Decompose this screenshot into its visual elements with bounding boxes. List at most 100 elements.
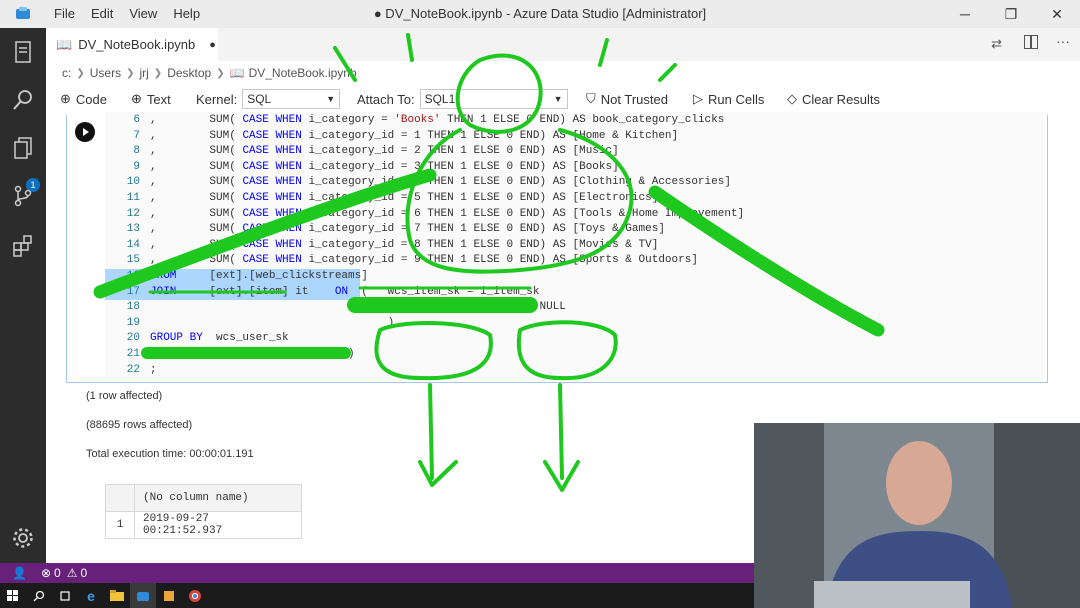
code-line[interactable]: 18 AND wcs_user_sk IS NOT NULL [105,300,566,316]
column-header[interactable]: (No column name) [134,484,302,512]
code-token: CASE WHEN [242,145,302,158]
code-line[interactable]: 6, SUM( CASE WHEN i_category = 'Books' T… [105,113,724,129]
minimize-icon[interactable]: ─ [942,0,988,28]
attach-to-select[interactable]: SQL1 ▼ [419,89,568,109]
code-token: i_category_id = 6 THEN 1 ELSE 0 END) AS … [301,207,745,220]
code-token: wcs_user_sk [202,332,289,345]
output-row-affected: (1 row affected) [86,390,163,402]
code-line[interactable]: 12, SUM( CASE WHEN i_category_id = 6 THE… [105,207,744,223]
unsaved-dot-icon[interactable]: ● [209,39,216,51]
code-token: , [150,145,157,158]
add-code-button[interactable]: ⊕ Code [60,85,107,113]
code-line[interactable]: 22; [105,363,157,379]
task-view-icon[interactable] [52,583,78,608]
code-token: CASE WHEN [242,207,302,220]
restore-icon[interactable]: ❐ [988,0,1034,28]
line-number: 10 [126,176,140,189]
code-token: i_category_id = 5 THEN 1 ELSE 0 END) AS … [301,192,659,204]
output-execution-time: Total execution time: 00:00:01.191 [86,448,254,460]
breadcrumb-jrj[interactable]: jrj [139,66,148,80]
menu-file[interactable]: File [46,0,83,28]
close-icon[interactable]: ✕ [1034,0,1080,28]
code-token: i_category_id = 7 THEN 1 ELSE 0 END) AS … [301,223,665,236]
code-token: i_category_id = 2 THEN 1 ELSE 0 END) AS … [301,145,619,158]
code-line[interactable]: 7, SUM( CASE WHEN i_category_id = 1 THEN… [105,129,678,145]
warnings-count[interactable]: 0 [80,566,87,580]
kernel-select[interactable]: SQL ▼ [242,89,341,109]
code-line[interactable]: 11, SUM( CASE WHEN i_category_id = 5 THE… [105,191,659,207]
chrome-icon[interactable] [182,583,208,608]
azure-data-studio-taskbar-icon[interactable] [130,583,156,608]
breadcrumb-file[interactable]: DV_NoteBook.ipynb [249,66,357,80]
add-text-button[interactable]: ⊕ Text [131,85,171,113]
results-grid[interactable]: (No column name) 1 2019-09-27 00:21:52.93… [105,484,302,539]
code-line[interactable]: 16 FROM [ext].[web_clickstreams] [105,269,368,285]
extensions-icon[interactable] [11,234,35,258]
presenter-webcam [754,423,1080,608]
explorer-icon[interactable] [11,136,35,160]
title-bar: File Edit View Help ● DV_NoteBook.ipynb … [0,0,1080,28]
chevron-down-icon: ▼ [326,94,336,104]
breadcrumb-users[interactable]: Users [90,66,121,80]
line-number: 14 [126,238,140,251]
code-line[interactable]: 21 OPTION (FORCE EXTERNALPUSHDOWN) [105,347,355,363]
account-icon[interactable]: 👤 [12,566,27,580]
breadcrumb-notebook-icon: 📖 [229,66,245,80]
grid-corner [105,484,135,512]
app-taskbar-icon[interactable] [156,583,182,608]
errors-count[interactable]: 0 [54,566,61,580]
code-token: SUM( [156,223,243,236]
code-line[interactable]: 20 GROUP BY wcs_user_sk [105,331,289,347]
compare-changes-icon[interactable]: ⇄ [991,36,1002,52]
activity-bar: 1 [0,28,46,563]
file-explorer-icon[interactable] [104,583,130,608]
clear-results-button[interactable]: ◇ Clear Results [787,85,880,113]
windows-start-icon[interactable] [0,583,26,608]
attach-to-label: Attach To: [357,91,415,107]
code-line[interactable]: 8, SUM( CASE WHEN i_category_id = 2 THEN… [105,144,619,160]
warnings-icon[interactable]: ⚠ [67,566,78,580]
menu-help[interactable]: Help [165,0,208,28]
code-token: SUM( [156,207,243,220]
code-line[interactable]: 9, SUM( CASE WHEN i_category_id = 3 THEN… [105,160,618,176]
code-token: , [150,207,157,220]
code-token: SUM( [156,176,243,189]
line-number: 13 [126,223,140,236]
code-line[interactable]: 17 JOIN [ext].[item] it ON ( wcs_item_sk … [105,284,540,301]
run-cell-button[interactable] [75,122,95,142]
edge-browser-icon[interactable]: e [78,583,104,608]
servers-icon[interactable] [11,40,35,64]
tab-notebook[interactable]: 📖 DV_NoteBook.ipynb ● [46,28,218,61]
menu-edit[interactable]: Edit [83,0,121,28]
code-token: ; [150,363,157,376]
source-control-icon[interactable] [11,184,35,208]
line-number: 6 [133,114,140,126]
line-number: 12 [126,207,140,220]
table-row[interactable]: 1 2019-09-27 00:21:52.937 [105,511,302,539]
gear-icon[interactable] [11,526,35,550]
search-icon[interactable] [26,583,52,608]
run-cells-button[interactable]: ▷ Run Cells [693,85,764,113]
code-token: SUM( [156,129,243,142]
code-line[interactable]: 15, SUM( CASE WHEN i_category_id = 9 THE… [105,253,698,269]
breadcrumb-drive[interactable]: c: [62,66,71,80]
code-line[interactable]: 19 ) [105,316,394,332]
result-cell[interactable]: 2019-09-27 00:21:52.937 [134,511,302,539]
code-line[interactable]: 13, SUM( CASE WHEN i_category_id = 7 THE… [105,222,665,238]
line-number: 7 [133,129,140,142]
code-token: i_category_id = 1 THEN 1 ELSE 0 END) AS … [301,129,679,142]
code-token: , [150,238,157,251]
not-trusted-button[interactable]: ⛉ Not Trusted [586,85,668,113]
code-token: [ext].[web_clickstreams] [176,270,368,282]
more-actions-icon[interactable]: ··· [1056,33,1070,49]
code-token: 'Books' [394,114,441,126]
code-token: AND wcs_user_sk IS NOT NULL [150,301,566,314]
breadcrumb-desktop[interactable]: Desktop [167,66,211,80]
code-token: i_category_id = 9 THEN 1 ELSE 0 END) AS … [301,254,698,267]
code-line[interactable]: 14, SUM( CASE WHEN i_category_id = 8 THE… [105,238,659,254]
search-icon[interactable] [11,88,35,112]
errors-icon[interactable]: ⊗ [41,566,51,580]
code-line[interactable]: 10, SUM( CASE WHEN i_category_id = 4 THE… [105,175,731,191]
split-editor-icon[interactable] [1024,35,1038,49]
menu-view[interactable]: View [121,0,165,28]
